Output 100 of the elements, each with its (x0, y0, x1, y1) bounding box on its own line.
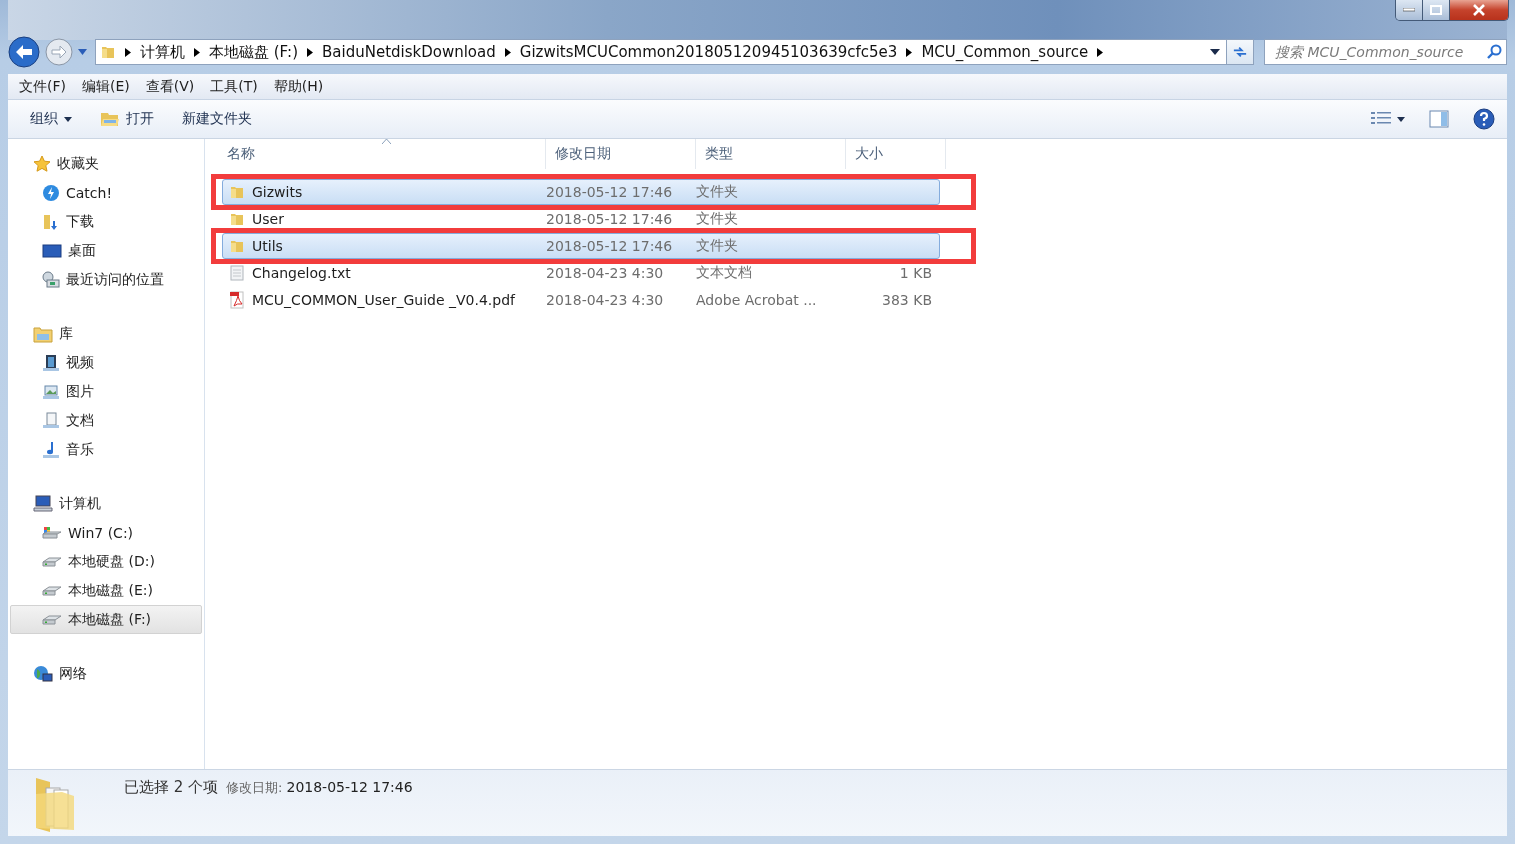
sidebar-item[interactable]: 网络 (10, 659, 202, 688)
file-row[interactable]: MCU_COMMON_User_Guide _V0.4.pdf 2018-04-23 4:30 Adobe Acrobat ... 383 KB (222, 287, 940, 313)
caret-icon (64, 116, 72, 122)
library-icon (33, 324, 53, 343)
breadcrumb-arrow-icon[interactable] (906, 47, 913, 57)
breadcrumb[interactable]: 计算机 (140, 42, 185, 62)
sidebar-item[interactable]: 文档 (10, 406, 202, 435)
column-header[interactable]: 名称 (218, 139, 546, 169)
sidebar-item[interactable]: 本地磁盘 (E:) (10, 576, 202, 605)
toolbar-button[interactable]: 打开 (100, 110, 154, 128)
folder-icon (229, 184, 245, 200)
menu-item[interactable]: 查看(V) (145, 77, 195, 96)
breadcrumb-arrow-icon[interactable] (125, 47, 131, 57)
sidebar-item[interactable]: 最近访问的位置 (10, 265, 202, 294)
menu-item[interactable]: 文件(F) (19, 77, 66, 96)
system-drive-icon (42, 525, 62, 540)
monitor-icon (42, 242, 62, 259)
search-field[interactable]: 搜索 MCU_Common_source (1264, 39, 1507, 65)
view-options-button[interactable] (1371, 111, 1405, 127)
file-row[interactable]: Changelog.txt 2018-04-23 4:30 文本文档 1 KB (222, 260, 940, 286)
file-row[interactable]: Utils 2018-05-12 17:46 文件夹 (222, 233, 940, 259)
sidebar-item[interactable]: 本地硬盘 (D:) (10, 547, 202, 576)
star-icon (33, 154, 51, 173)
minimize-icon (1403, 8, 1415, 12)
sidebar-item[interactable]: Catch! (10, 178, 202, 207)
type-cell-text: 文本文档 (696, 264, 753, 282)
menu-item[interactable]: 帮助(H) (273, 77, 324, 96)
sidebar-item[interactable]: 桌面 (10, 236, 202, 265)
type-cell-text: Adobe Acrobat ... (696, 292, 818, 308)
file-name: MCU_COMMON_User_Guide _V0.4.pdf (252, 292, 515, 308)
menu-item[interactable]: 工具(T) (210, 77, 258, 96)
file-name: Changelog.txt (252, 265, 351, 281)
type-cell-text: 文件夹 (696, 210, 739, 228)
sidebar-item[interactable]: 收藏夹 (10, 149, 202, 178)
date-cell-text: 2018-05-12 17:46 (546, 184, 674, 200)
toolbar-button[interactable]: 新建文件夹 (182, 110, 252, 128)
pictures-icon (42, 382, 60, 401)
file-row[interactable]: User 2018-05-12 17:46 文件夹 (222, 206, 940, 232)
column-header[interactable]: 类型 (696, 139, 846, 169)
music-note-icon (42, 440, 60, 459)
file-name: Utils (252, 238, 283, 254)
breadcrumb-arrow-icon[interactable] (504, 47, 511, 57)
date-cell-text: 2018-05-12 17:46 (546, 238, 674, 254)
refresh-icon (1233, 45, 1247, 59)
close-icon (1472, 4, 1486, 16)
date-cell-text: 2018-04-23 4:30 (546, 265, 665, 281)
drive-icon (42, 613, 62, 626)
sidebar-item[interactable]: 音乐 (10, 435, 202, 464)
history-dropdown-icon[interactable] (78, 49, 87, 55)
refresh-button[interactable] (1226, 39, 1254, 65)
date-cell-text: 2018-04-23 4:30 (546, 292, 665, 308)
sidebar-item[interactable]: 图片 (10, 377, 202, 406)
address-bar[interactable]: 计算机 本地磁盘 (F:) BaiduNetdiskDownload GizwitsMCUCommon201805120945103639cfc5e3 MCU_Common_source (95, 39, 1227, 65)
file-row[interactable]: Gizwits 2018-05-12 17:46 文件夹 (222, 179, 940, 205)
lightning-icon (42, 183, 60, 202)
film-icon (42, 353, 60, 372)
breadcrumb[interactable]: BaiduNetdiskDownload (322, 43, 496, 61)
breadcrumb-arrow-icon[interactable] (1097, 47, 1104, 57)
pdf-file-icon (229, 291, 245, 309)
search-icon[interactable] (1486, 44, 1502, 60)
toolbar-button[interactable]: 组织 (30, 110, 72, 128)
sidebar-item[interactable]: 库 (10, 319, 202, 348)
breadcrumb-arrow-icon[interactable] (307, 47, 313, 57)
sidebar-item[interactable]: 计算机 (10, 489, 202, 518)
folder-download-icon (42, 212, 60, 231)
globe-icon (33, 664, 53, 683)
breadcrumb[interactable]: MCU_Common_source (921, 43, 1089, 61)
drive-icon (42, 584, 62, 597)
sidebar-item[interactable]: 视频 (10, 348, 202, 377)
menu-item[interactable]: 编辑(E) (82, 77, 130, 96)
maximize-button[interactable] (1423, 0, 1450, 20)
text-file-icon (229, 265, 245, 281)
minimize-button[interactable] (1396, 0, 1423, 20)
type-cell-text: 文件夹 (696, 183, 739, 201)
document-icon (42, 411, 60, 430)
detail-label: 修改日期: (226, 779, 283, 797)
breadcrumb-arrow-icon[interactable] (194, 47, 200, 57)
folder-icon (229, 238, 245, 254)
sidebar-item[interactable]: 本地磁盘 (F:) (10, 605, 202, 634)
drive-icon (42, 555, 62, 568)
maximize-icon (1430, 5, 1442, 15)
caret-icon (1397, 116, 1405, 122)
column-header[interactable]: 修改日期 (546, 139, 696, 169)
breadcrumb[interactable]: 本地磁盘 (F:) (209, 42, 298, 62)
back-button[interactable] (8, 36, 40, 68)
type-cell-text: 文件夹 (696, 237, 739, 255)
dropdown-arrow-icon[interactable] (1210, 49, 1220, 55)
file-name: User (252, 211, 284, 227)
selection-summary: 已选择 2 个项 (124, 778, 219, 797)
sidebar-item[interactable]: Win7 (C:) (10, 518, 202, 547)
breadcrumb[interactable]: GizwitsMCUCommon201805120945103639cfc5e3 (519, 43, 898, 61)
sidebar-item[interactable]: 下载 (10, 207, 202, 236)
help-button[interactable] (1473, 108, 1495, 130)
close-button[interactable] (1450, 0, 1508, 20)
column-header[interactable]: 大小 (846, 139, 946, 169)
detail-value: 2018-05-12 17:46 (286, 779, 413, 795)
open-folder-icon (100, 110, 120, 128)
folder-icon (100, 44, 116, 60)
size-cell-text: 383 KB (881, 292, 932, 308)
size-cell-text: 1 KB (898, 265, 932, 281)
